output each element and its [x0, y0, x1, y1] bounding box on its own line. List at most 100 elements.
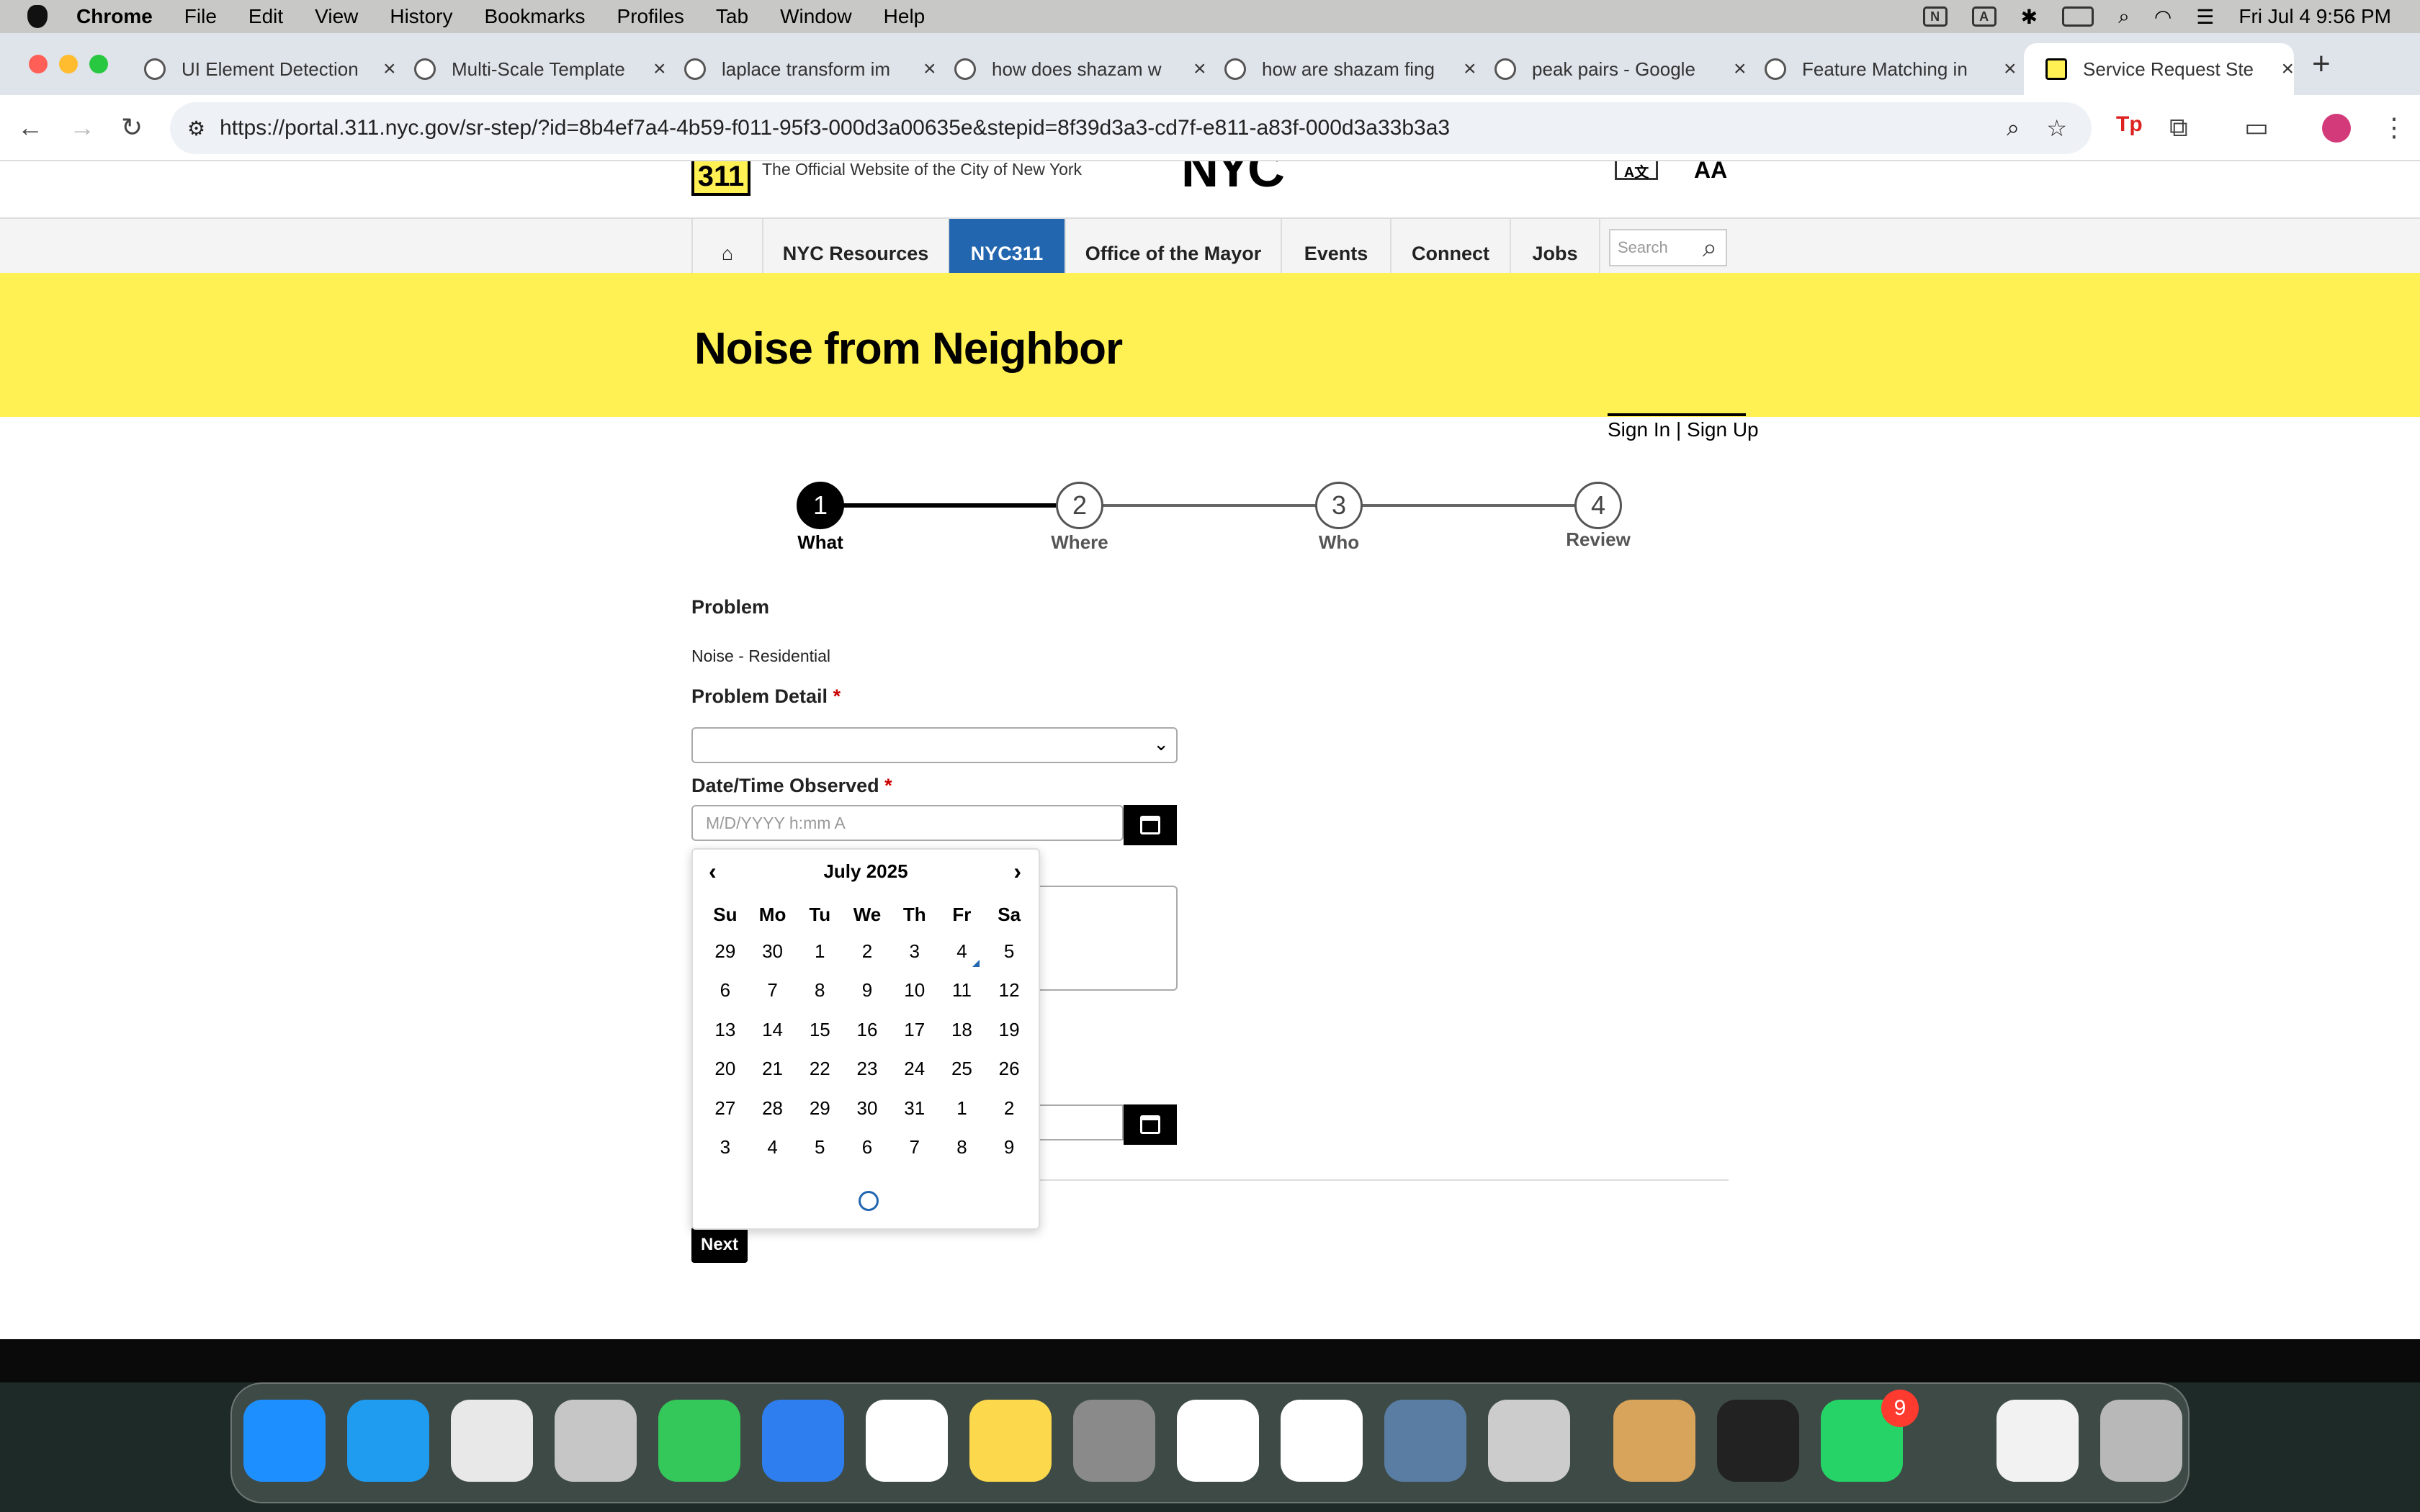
calendar-day[interactable]: 5: [985, 932, 1033, 971]
calendar-day[interactable]: 2: [843, 932, 891, 971]
notion-icon[interactable]: [1177, 1400, 1259, 1482]
calendar-day[interactable]: 29: [702, 932, 749, 971]
calendar-day[interactable]: 15: [796, 1010, 843, 1050]
description-textarea[interactable]: [1037, 886, 1178, 991]
menu-bookmarks[interactable]: Bookmarks: [484, 5, 585, 28]
input-source-icon[interactable]: A: [1971, 6, 1996, 27]
site-search-input[interactable]: Search ⌕: [1609, 229, 1727, 266]
site-info-icon[interactable]: ⚙: [187, 117, 205, 140]
calendar-day[interactable]: 29: [796, 1089, 843, 1128]
calendar-day[interactable]: 8: [796, 971, 843, 1011]
menu-profiles[interactable]: Profiles: [617, 5, 684, 28]
calendar-button[interactable]: [1124, 805, 1177, 845]
menu-window[interactable]: Window: [780, 5, 852, 28]
calendar-day[interactable]: 30: [749, 932, 797, 971]
calendar-day[interactable]: 12: [985, 971, 1033, 1011]
apple-icon[interactable]: [27, 5, 48, 28]
reload-icon[interactable]: ↻: [121, 112, 143, 143]
calendar-day[interactable]: 22: [796, 1050, 843, 1089]
calendar-day[interactable]: 9: [985, 1128, 1033, 1168]
calendar-day[interactable]: 1: [796, 932, 843, 971]
browser-tab[interactable]: laplace transform im ×: [663, 43, 936, 95]
calendar-day[interactable]: 3: [891, 932, 938, 971]
system-settings-icon[interactable]: [1073, 1400, 1155, 1482]
calendar-day[interactable]: 16: [843, 1010, 891, 1050]
forward-icon[interactable]: →: [69, 112, 95, 143]
search-icon[interactable]: ⌕: [1703, 233, 1717, 264]
messages-icon[interactable]: [658, 1400, 740, 1482]
calendar-day[interactable]: 3: [702, 1128, 749, 1168]
maximize-window-button[interactable]: [89, 55, 108, 73]
cursor-app-icon[interactable]: [1717, 1400, 1799, 1482]
nyc-logo[interactable]: NYC: [1181, 161, 1285, 199]
calendar-day[interactable]: 27: [702, 1089, 749, 1128]
bear-app-icon[interactable]: [1613, 1400, 1695, 1482]
safari-icon[interactable]: [347, 1400, 429, 1482]
prev-month-icon[interactable]: ‹: [709, 858, 717, 885]
menubar-datetime[interactable]: Fri Jul 4 9:56 PM: [2238, 5, 2391, 28]
document-icon[interactable]: [1996, 1400, 2079, 1482]
menu-app-name[interactable]: Chrome: [76, 5, 153, 28]
calendar-day[interactable]: 2: [985, 1089, 1033, 1128]
menu-file[interactable]: File: [184, 5, 217, 28]
calendar-day[interactable]: 7: [749, 971, 797, 1011]
extension-icon[interactable]: Tp: [2116, 112, 2143, 137]
calendar-day[interactable]: 19: [985, 1010, 1033, 1050]
close-tab-icon[interactable]: ×: [2004, 57, 2017, 81]
calendar-day[interactable]: 1: [938, 1089, 986, 1128]
calendar-day[interactable]: 30: [843, 1089, 891, 1128]
calendar-day[interactable]: 26: [985, 1050, 1033, 1089]
notion-calendar-icon[interactable]: [1281, 1400, 1363, 1482]
calendar-day[interactable]: 20: [702, 1050, 749, 1089]
chrome-menu-icon[interactable]: ⋮: [2381, 112, 2407, 143]
finder-icon[interactable]: [243, 1400, 326, 1482]
spotlight-icon[interactable]: ⌕: [2118, 5, 2130, 29]
extensions-puzzle-icon[interactable]: ⧉: [2169, 112, 2188, 143]
side-panel-icon[interactable]: ▭: [2244, 112, 2269, 143]
browser-tab[interactable]: peak pairs - Google ×: [1473, 43, 1747, 95]
close-window-button[interactable]: [29, 55, 48, 73]
menu-help[interactable]: Help: [884, 5, 926, 28]
close-tab-icon[interactable]: ×: [2281, 57, 2294, 81]
calendar-day[interactable]: 10: [891, 971, 938, 1011]
back-icon[interactable]: ←: [17, 112, 43, 143]
calendar-day[interactable]: 6: [702, 971, 749, 1011]
slack-icon[interactable]: [866, 1400, 948, 1482]
next-month-icon[interactable]: ›: [1013, 858, 1021, 885]
translate-icon[interactable]: A文: [1615, 161, 1658, 181]
notes-icon[interactable]: [969, 1400, 1052, 1482]
bluetooth-icon[interactable]: ✱: [2021, 5, 2038, 29]
control-center-icon[interactable]: ☰: [2196, 5, 2214, 29]
calendar-day-today[interactable]: 4: [938, 932, 986, 971]
menu-edit[interactable]: Edit: [248, 5, 283, 28]
bookmark-star-icon[interactable]: ☆: [2046, 114, 2067, 142]
calendar-day[interactable]: 6: [843, 1128, 891, 1168]
calendar-day[interactable]: 4: [749, 1128, 797, 1168]
browser-tab-active[interactable]: Service Request Ste ×: [2024, 43, 2294, 95]
sign-in-link[interactable]: Sign In: [1608, 418, 1670, 441]
battery-icon[interactable]: [2062, 6, 2094, 27]
zoom-icon[interactable]: ⌕: [2007, 114, 2020, 142]
next-button[interactable]: Next: [691, 1227, 748, 1263]
calendar-day[interactable]: 8: [938, 1128, 986, 1168]
second-calendar-button[interactable]: [1124, 1104, 1177, 1145]
time-picker-clock-icon[interactable]: [859, 1191, 879, 1211]
menu-history[interactable]: History: [390, 5, 452, 28]
second-date-input[interactable]: [1037, 1104, 1124, 1140]
address-bar[interactable]: ⚙ https://portal.311.nyc.gov/sr-step/?id…: [170, 102, 2092, 154]
wifi-icon[interactable]: ◠: [2154, 5, 2172, 29]
browser-tab[interactable]: UI Element Detection ×: [122, 43, 396, 95]
calendar-day[interactable]: 17: [891, 1010, 938, 1050]
calendar-day[interactable]: 25: [938, 1050, 986, 1089]
calendar-day[interactable]: 7: [891, 1128, 938, 1168]
browser-tab[interactable]: Feature Matching in ×: [1743, 43, 2017, 95]
calendar-day[interactable]: 31: [891, 1089, 938, 1128]
calendar-day[interactable]: 18: [938, 1010, 986, 1050]
text-size-icon[interactable]: AA: [1694, 161, 1727, 184]
calendar-day[interactable]: 14: [749, 1010, 797, 1050]
jira-icon[interactable]: [762, 1400, 844, 1482]
menu-view[interactable]: View: [315, 5, 358, 28]
problem-detail-select[interactable]: ⌄: [691, 727, 1178, 763]
sign-up-link[interactable]: Sign Up: [1687, 418, 1759, 441]
trash-icon[interactable]: [2100, 1400, 2182, 1482]
